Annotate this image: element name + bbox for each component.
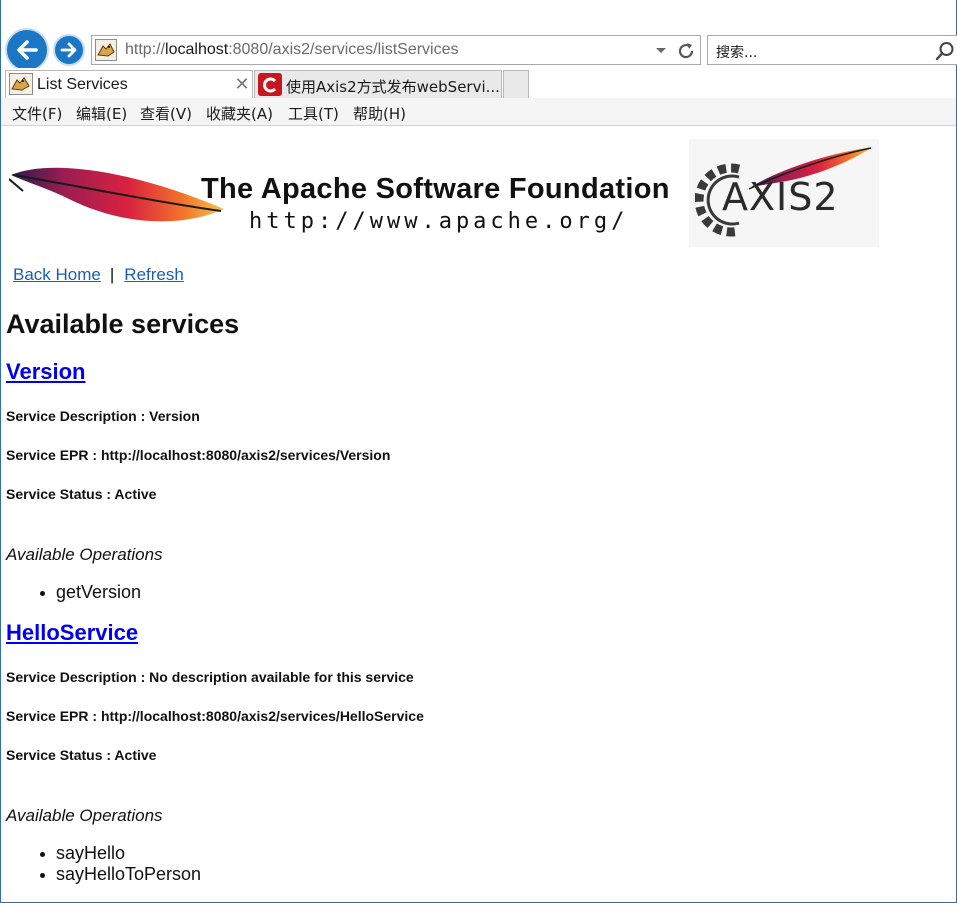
menu-favorites[interactable]: 收藏夹(A) [206, 103, 273, 124]
chevron-down-icon[interactable] [654, 43, 668, 57]
close-icon[interactable]: ✕ [234, 74, 250, 94]
menu-bar: 文件(F) 编辑(E) 查看(V) 收藏夹(A) 工具(T) 帮助(H) [1, 98, 956, 126]
back-home-link[interactable]: Back Home [13, 265, 101, 284]
axis2-logo-text: AXIS2 [722, 175, 839, 219]
address-bar[interactable]: http://localhost:8080/axis2/services/lis… [91, 35, 701, 65]
page-title: Available services [6, 309, 240, 339]
refresh-icon[interactable] [675, 40, 697, 62]
search-icon[interactable] [934, 40, 956, 62]
page-content: The Apache Software Foundation http://ww… [1, 127, 956, 902]
asf-title: The Apache Software Foundation [201, 173, 670, 205]
top-links: Back Home | Refresh [13, 265, 184, 285]
arrow-left-icon [17, 40, 38, 60]
forward-button[interactable] [53, 34, 85, 66]
tab-axis2-article[interactable]: 使用Axis2方式发布webServi... [254, 70, 502, 98]
tab-bar: List Services ✕ 使用Axis2方式发布webServi... [1, 68, 956, 98]
search-input[interactable]: 搜索... [716, 42, 757, 62]
tomcat-favicon-icon [9, 73, 33, 95]
menu-file[interactable]: 文件(F) [12, 103, 62, 124]
axis2-logo: AXIS2 [689, 139, 879, 247]
refresh-link[interactable]: Refresh [124, 265, 184, 284]
link-separator: | [109, 265, 115, 284]
service-description: Service Description : Version [6, 408, 200, 424]
tomcat-favicon-icon [95, 39, 117, 61]
operations-title: Available Operations [6, 545, 163, 564]
service-description: Service Description : No description ava… [6, 669, 414, 685]
asf-url: http://www.apache.org/ [249, 209, 629, 234]
service-link-version[interactable]: Version [6, 359, 85, 385]
tab-label: List Services [37, 76, 128, 93]
menu-edit[interactable]: 编辑(E) [76, 103, 127, 124]
service-epr: Service EPR : http://localhost:8080/axis… [6, 708, 424, 724]
service-epr: Service EPR : http://localhost:8080/axis… [6, 447, 391, 463]
navigation-bar: http://localhost:8080/axis2/services/lis… [1, 0, 957, 72]
list-item: getVersion [1, 582, 141, 603]
tab-list-services[interactable]: List Services ✕ [5, 70, 253, 98]
tab-label: 使用Axis2方式发布webServi... [286, 78, 500, 96]
list-item: sayHello [1, 843, 201, 864]
operations-list: getVersion [1, 582, 141, 603]
apache-banner: The Apache Software Foundation http://ww… [9, 139, 689, 249]
service-link-helloservice[interactable]: HelloService [6, 620, 138, 646]
service-status: Service Status : Active [6, 747, 157, 763]
new-tab-button[interactable] [503, 70, 529, 98]
back-button[interactable] [5, 28, 49, 72]
menu-help[interactable]: 帮助(H) [353, 103, 406, 124]
operations-list: sayHello sayHelloToPerson [1, 843, 201, 885]
url-text[interactable]: http://localhost:8080/axis2/services/lis… [125, 41, 459, 59]
operations-title: Available Operations [6, 806, 163, 825]
menu-view[interactable]: 查看(V) [140, 103, 192, 124]
csdn-favicon-icon [258, 73, 282, 96]
arrow-right-icon [60, 42, 77, 58]
list-item: sayHelloToPerson [1, 864, 201, 885]
menu-tools[interactable]: 工具(T) [288, 103, 339, 124]
search-box[interactable]: 搜索... [707, 35, 957, 65]
service-status: Service Status : Active [6, 486, 157, 502]
